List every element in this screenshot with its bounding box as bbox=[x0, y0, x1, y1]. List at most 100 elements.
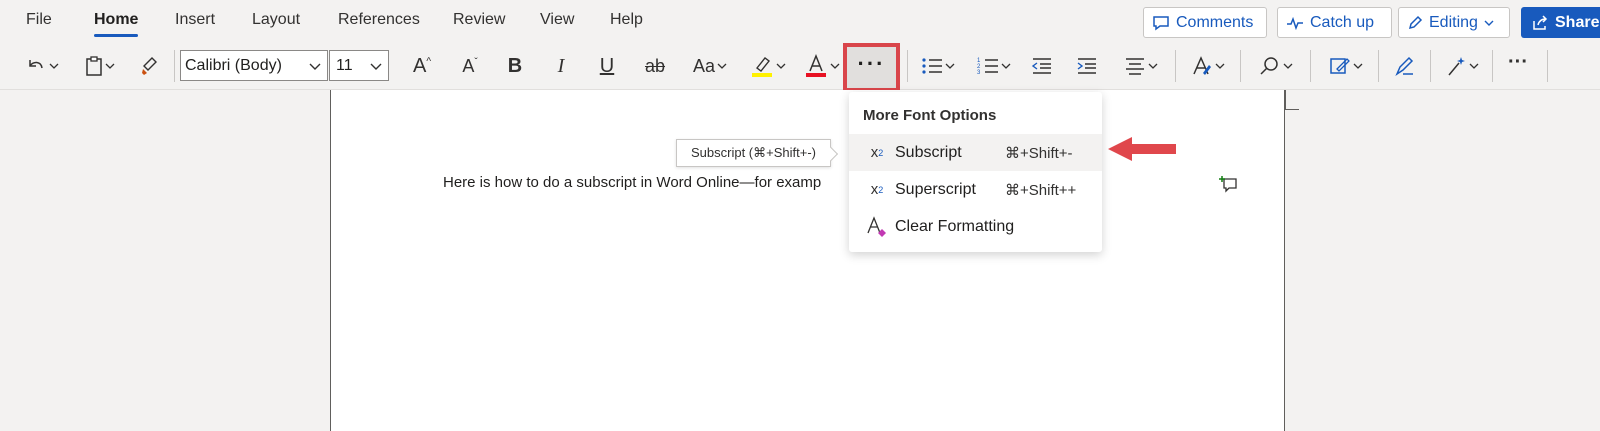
share-button[interactable]: Share bbox=[1521, 7, 1600, 38]
menu-item-label: Clear Formatting bbox=[895, 217, 1015, 235]
grow-font-button[interactable]: A^ bbox=[405, 50, 439, 82]
shrink-font-icon: Aˇ bbox=[462, 55, 478, 76]
chevron-down-icon bbox=[830, 63, 840, 69]
comment-icon bbox=[1153, 15, 1169, 30]
separator bbox=[1175, 50, 1176, 82]
increase-indent-icon bbox=[1077, 58, 1096, 74]
catch-up-button[interactable]: Catch up bbox=[1277, 7, 1392, 38]
menu-item-subscript[interactable]: x2 Subscript ⌘+Shift+- bbox=[849, 134, 1102, 171]
change-case-icon: Aa bbox=[692, 55, 716, 76]
italic-button[interactable]: I bbox=[546, 50, 576, 82]
share-label: Share bbox=[1555, 13, 1600, 31]
editing-label: Editing bbox=[1429, 13, 1478, 31]
increase-indent-button[interactable] bbox=[1072, 50, 1102, 82]
menu-item-label: Subscript bbox=[895, 143, 962, 161]
numbered-list-icon: 123 bbox=[977, 58, 998, 76]
format-painter-button[interactable] bbox=[135, 50, 165, 82]
designer-button[interactable] bbox=[1324, 50, 1368, 82]
chevron-down-icon bbox=[945, 63, 955, 69]
tab-file[interactable]: File bbox=[26, 11, 52, 29]
chevron-down-icon bbox=[1484, 20, 1494, 26]
superscript-icon: x2 bbox=[870, 181, 884, 198]
tab-layout[interactable]: Layout bbox=[252, 11, 300, 29]
chevron-down-icon bbox=[1215, 63, 1225, 69]
red-annotation-arrow-icon bbox=[1108, 137, 1176, 161]
font-name-select[interactable]: Calibri (Body) bbox=[180, 50, 328, 81]
format-painter-icon bbox=[142, 57, 157, 75]
tab-view[interactable]: View bbox=[540, 11, 574, 29]
underline-button[interactable]: U bbox=[592, 50, 622, 82]
share-icon bbox=[1533, 14, 1548, 30]
ribbon-tabs: File Home Insert Layout References Revie… bbox=[0, 0, 1600, 42]
separator bbox=[1240, 50, 1241, 82]
menu-item-superscript[interactable]: x2 Superscript ⌘+Shift++ bbox=[849, 171, 1102, 208]
decrease-indent-icon bbox=[1031, 58, 1051, 74]
bullet-list-icon bbox=[922, 58, 942, 74]
document-text[interactable]: Here is how to do a subscript in Word On… bbox=[443, 174, 821, 191]
tab-insert[interactable]: Insert bbox=[175, 11, 215, 29]
catch-up-label: Catch up bbox=[1310, 13, 1375, 31]
svg-text:3: 3 bbox=[977, 70, 981, 76]
chevron-down-icon bbox=[717, 63, 727, 69]
chevron-down-icon bbox=[1469, 63, 1479, 69]
pencil-icon bbox=[1408, 15, 1423, 29]
menu-item-clear-formatting[interactable]: Clear Formatting bbox=[849, 208, 1102, 245]
page-margin-corner bbox=[1285, 90, 1299, 110]
undo-icon bbox=[29, 60, 43, 69]
more-font-options-menu: More Font Options x2 Subscript ⌘+Shift+-… bbox=[849, 92, 1102, 252]
search-icon bbox=[1260, 57, 1278, 75]
comments-label: Comments bbox=[1176, 13, 1254, 31]
styles-icon bbox=[1193, 56, 1211, 75]
clipboard-icon bbox=[86, 56, 102, 76]
font-size-value: 11 bbox=[336, 56, 353, 74]
menu-item-shortcut: ⌘+Shift+- bbox=[1005, 144, 1073, 162]
separator bbox=[1547, 50, 1548, 82]
menu-item-shortcut: ⌘+Shift++ bbox=[1005, 181, 1077, 199]
numbering-button[interactable]: 123 bbox=[972, 50, 1016, 82]
tab-home[interactable]: Home bbox=[94, 11, 138, 29]
chevron-down-icon bbox=[1283, 63, 1293, 69]
tooltip: Subscript (⌘+Shift+-) bbox=[676, 139, 831, 167]
pulse-icon bbox=[1287, 16, 1303, 30]
align-button[interactable] bbox=[1119, 50, 1163, 82]
magic-wand-icon bbox=[1448, 57, 1465, 76]
menu-title: More Font Options bbox=[863, 107, 997, 124]
decrease-indent-button[interactable] bbox=[1027, 50, 1057, 82]
chevron-down-icon bbox=[1148, 63, 1158, 69]
editing-mode-button[interactable]: Editing bbox=[1398, 7, 1510, 38]
separator bbox=[174, 50, 175, 82]
separator bbox=[907, 50, 908, 82]
bullets-button[interactable] bbox=[916, 50, 960, 82]
paste-button[interactable] bbox=[79, 50, 121, 82]
separator bbox=[1492, 50, 1493, 82]
editor-button[interactable] bbox=[1390, 50, 1420, 82]
styles-button[interactable] bbox=[1186, 50, 1230, 82]
designer-icon bbox=[1330, 58, 1350, 74]
comments-button[interactable]: Comments bbox=[1143, 7, 1267, 38]
chevron-down-icon bbox=[309, 63, 321, 70]
strikethrough-button[interactable]: ab bbox=[638, 50, 672, 82]
font-color-button[interactable] bbox=[801, 50, 843, 82]
dictate-button[interactable] bbox=[1440, 50, 1484, 82]
undo-button[interactable] bbox=[20, 50, 64, 82]
grow-font-icon: A^ bbox=[412, 54, 432, 77]
chevron-down-icon bbox=[1001, 63, 1011, 69]
chevron-down-icon bbox=[105, 63, 115, 69]
find-button[interactable] bbox=[1254, 50, 1298, 82]
bold-button[interactable]: B bbox=[500, 50, 530, 82]
more-font-options-button[interactable]: ··· bbox=[843, 43, 900, 92]
tab-review[interactable]: Review bbox=[453, 11, 505, 29]
more-options-button[interactable]: ··· bbox=[1503, 50, 1533, 82]
change-case-button[interactable]: Aa bbox=[686, 50, 734, 82]
chevron-down-icon bbox=[49, 63, 59, 69]
tab-references[interactable]: References bbox=[338, 11, 420, 29]
chevron-down-icon bbox=[776, 63, 786, 69]
clear-formatting-icon bbox=[866, 215, 888, 238]
highlight-color-button[interactable] bbox=[745, 50, 791, 82]
font-size-select[interactable]: 11 bbox=[329, 50, 389, 81]
editor-pen-icon bbox=[1395, 56, 1414, 77]
add-comment-icon[interactable] bbox=[1219, 175, 1239, 193]
shrink-font-button[interactable]: Aˇ bbox=[453, 50, 487, 82]
chevron-down-icon bbox=[1353, 63, 1363, 69]
tab-help[interactable]: Help bbox=[610, 11, 643, 29]
